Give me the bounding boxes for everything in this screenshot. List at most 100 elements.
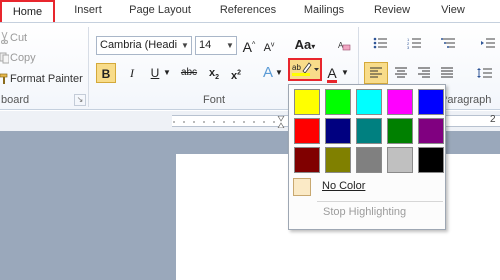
align-left-icon [370,67,382,78]
strikethrough-icon: abc [180,67,198,78]
eraser-icon: A [338,41,351,51]
tab-view[interactable]: View [434,0,472,22]
font-color-icon: A [327,65,337,83]
highlight-color-swatch[interactable] [325,147,351,173]
group-separator [88,27,89,107]
highlight-color-swatch[interactable] [325,89,351,115]
svg-text:ab: ab [292,63,301,72]
highlight-color-swatch[interactable] [325,118,351,144]
chevron-down-icon: ▾ [311,42,316,51]
align-left-button[interactable] [364,62,388,84]
chevron-down-icon: ▼ [163,68,171,77]
italic-button[interactable]: I [122,63,142,83]
align-right-button[interactable] [413,63,435,83]
font-size-select[interactable]: 14 ▼ [195,36,237,55]
indent-icon [481,38,495,48]
shrink-font-button[interactable]: Av [259,35,279,55]
font-color-button[interactable]: A [322,63,342,83]
chevron-down-icon: ▼ [275,68,283,77]
tab-page-layout[interactable]: Page Layout [124,0,196,22]
copy-button[interactable]: Copy [0,49,36,67]
tab-home[interactable]: Home [0,0,55,22]
justify-icon [441,67,453,78]
no-color-label: No Color [322,180,366,192]
highlight-color-dropdown: No Color Stop Highlighting [288,84,446,230]
highlight-color-swatch[interactable] [387,118,413,144]
tab-mailings[interactable]: Mailings [296,0,352,22]
highlight-color-swatch[interactable] [294,147,320,173]
tab-references[interactable]: References [214,0,282,22]
text-effects-icon: A [262,64,273,81]
highlight-color-swatch[interactable] [356,147,382,173]
copy-icon [0,52,10,64]
highlight-color-swatch[interactable] [294,89,320,115]
highlight-color-swatch[interactable] [294,118,320,144]
align-right-icon [418,67,430,78]
clipboard-group-label: board [1,94,30,106]
font-size-value: 14 [199,39,212,51]
chevron-down-icon: ▼ [226,41,234,50]
clipboard-dialog-launcher-icon[interactable]: ↘ [74,94,86,106]
superscript-button[interactable]: x2 [226,63,246,83]
paragraph-group-label: Paragraph [440,94,492,106]
cut-button[interactable]: Cut [0,29,27,47]
font-family-value: Cambria (Headi [100,39,178,51]
underline-dropdown[interactable]: ▼ [162,63,172,83]
grow-font-icon: A^ [242,38,256,55]
line-spacing-icon [477,68,492,78]
highlight-color-swatch[interactable] [418,118,444,144]
superscript-icon: x2 [230,69,242,82]
svg-text:3: 3 [407,45,410,49]
numbering-button[interactable]: 123 [402,33,428,53]
highlight-color-swatch[interactable] [418,147,444,173]
highlight-color-swatch[interactable] [387,147,413,173]
tab-insert[interactable]: Insert [68,0,108,22]
format-painter-button[interactable]: Format Painter [0,70,83,88]
highlighter-icon: ab [292,62,319,76]
no-color-option[interactable]: No Color [293,176,443,198]
subscript-button[interactable]: x2 [204,63,224,83]
menu-separator [317,201,443,202]
strikethrough-button[interactable]: abc [176,63,202,83]
chevron-down-icon: ▼ [181,41,189,50]
cut-label: Cut [10,32,28,44]
chevron-down-icon: ▼ [341,68,349,77]
scissors-icon [0,31,9,45]
highlight-color-swatch[interactable] [418,89,444,115]
no-color-swatch [293,178,311,196]
underline-icon: U [150,66,160,80]
font-color-dropdown[interactable]: ▼ [340,63,350,83]
format-painter-label: Format Painter [10,73,83,85]
ribbon-tab-bar: Home Insert Page Layout References Maili… [0,0,500,22]
grow-font-button[interactable]: A^ [239,35,259,55]
subscript-icon: x2 [208,67,220,82]
bullet-list-icon [373,37,387,49]
clear-formatting-button[interactable]: A [334,35,354,55]
highlight-color-swatch[interactable] [356,89,382,115]
change-case-button[interactable]: Aa▾ [292,35,318,55]
align-center-icon [395,67,407,78]
font-group-label: Font [203,94,226,106]
multilevel-list-button[interactable] [436,33,462,53]
align-center-button[interactable] [390,63,412,83]
bullets-button[interactable] [368,33,394,53]
tab-review[interactable]: Review [370,0,414,22]
text-effects-dropdown[interactable]: ▼ [274,63,284,83]
change-case-label: Aa [294,37,312,52]
bold-button[interactable]: B [96,63,116,83]
stop-highlighting-option[interactable]: Stop Highlighting [323,206,406,218]
shrink-font-icon: Av [263,41,275,54]
bold-icon: B [101,67,111,81]
justify-button[interactable] [436,63,458,83]
highlight-color-swatch[interactable] [387,89,413,115]
highlight-color-swatch[interactable] [356,118,382,144]
decrease-indent-button[interactable] [476,33,500,53]
font-family-select[interactable]: Cambria (Headi ▼ [96,36,192,55]
copy-label: Copy [10,52,36,64]
paintbrush-icon [0,73,9,85]
numbered-list-icon: 123 [407,37,421,49]
text-highlight-color-button[interactable]: ab [288,58,322,81]
italic-icon: I [130,66,134,80]
ruler-number: 2 [490,114,496,125]
line-spacing-button[interactable] [472,63,498,83]
